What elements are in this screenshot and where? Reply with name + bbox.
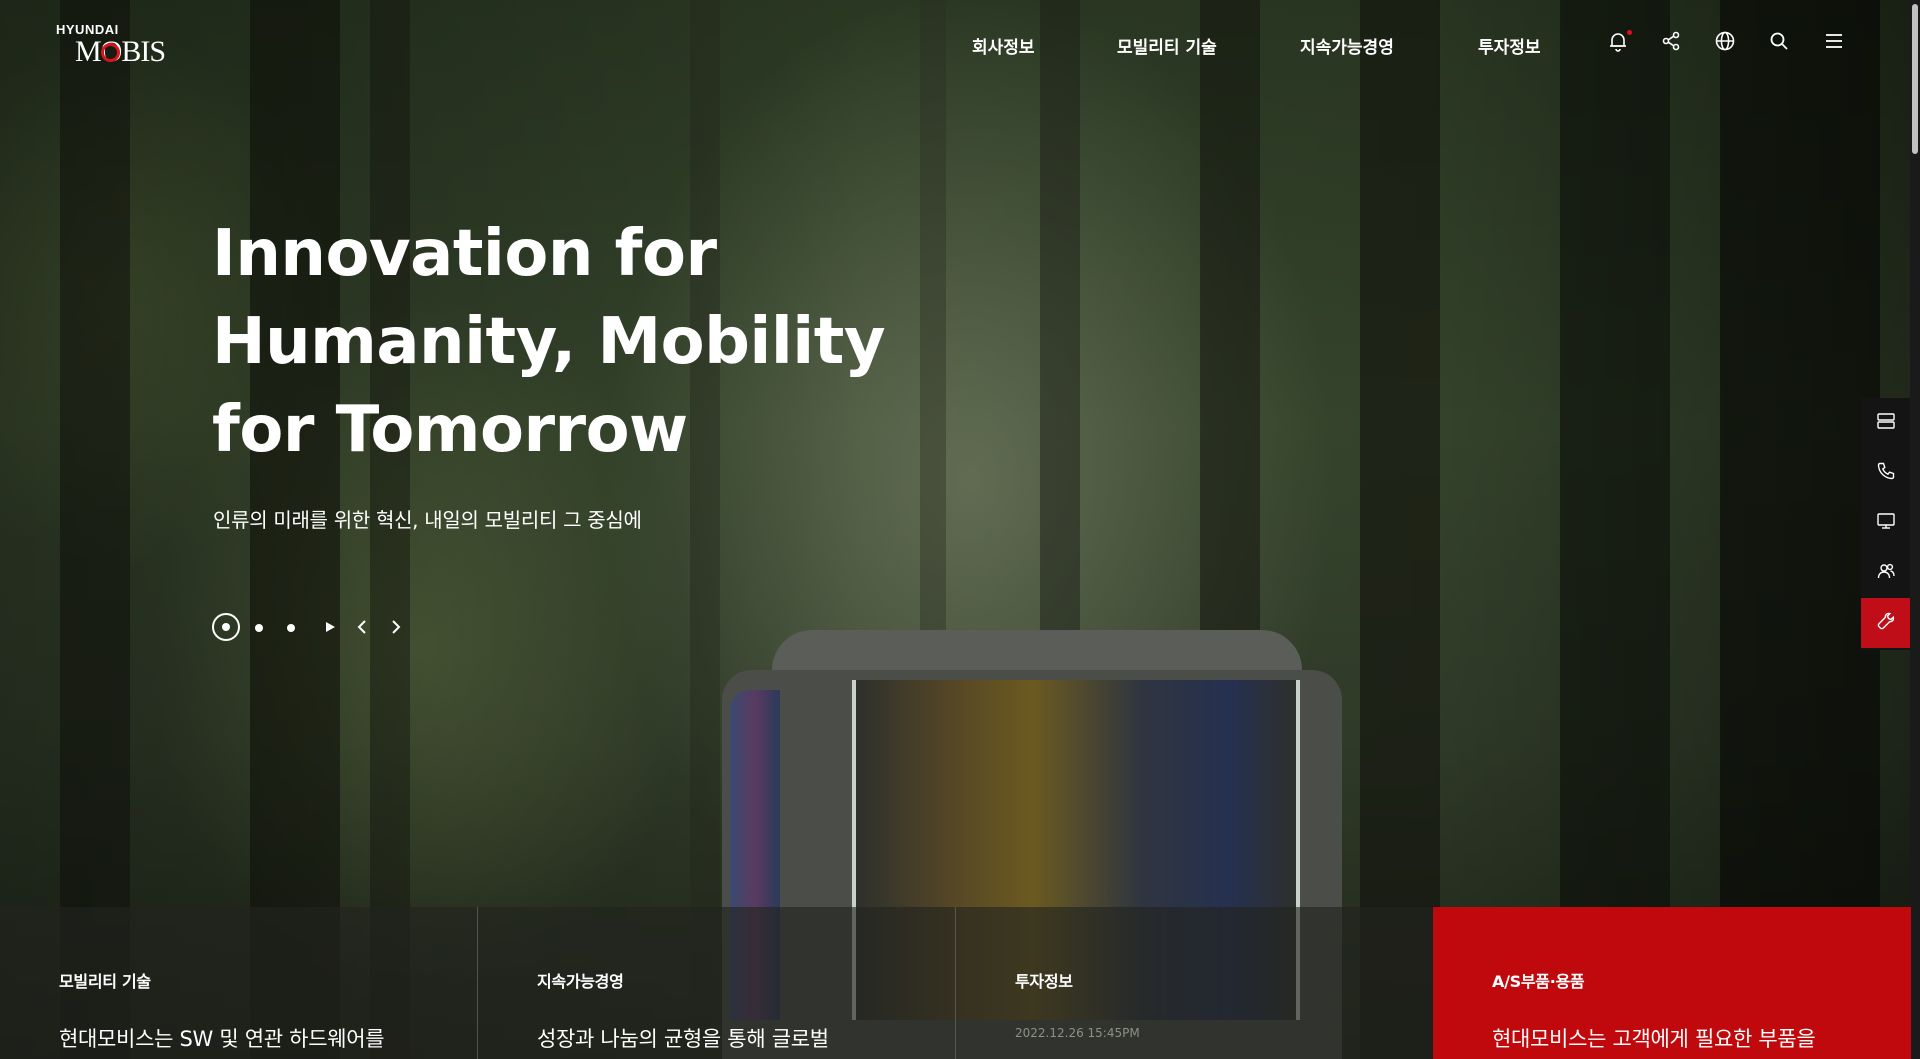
logo-ring: [101, 43, 120, 62]
card-text: 성장과 나눔의 균형을 통해 글로벌: [537, 1027, 829, 1051]
card-as-parts[interactable]: A/S부품·용품 현대모비스는 고객에게 필요한 부품을: [1433, 907, 1911, 1059]
quick-people-button[interactable]: [1861, 548, 1911, 598]
quick-phone-button[interactable]: [1861, 448, 1911, 498]
scrollbar-thumb[interactable]: [1912, 4, 1918, 154]
share-icon[interactable]: [1660, 30, 1682, 52]
quick-monitor-button[interactable]: [1861, 498, 1911, 548]
card-text: 현대모비스는 고객에게 필요한 부품을: [1492, 1027, 1816, 1051]
quick-service-button[interactable]: [1861, 598, 1911, 648]
nav-sustainability[interactable]: 지속가능경영: [1300, 33, 1394, 58]
slide-indicator-active[interactable]: [212, 613, 240, 641]
card-title: A/S부품·용품: [1492, 972, 1585, 991]
card-title: 지속가능경영: [537, 972, 624, 991]
logo-main-text: MOBIS: [75, 35, 166, 68]
search-icon[interactable]: [1768, 30, 1790, 52]
phone-icon: [1876, 461, 1896, 485]
card-investor-relations[interactable]: 투자정보 2022.12.26 15:45PM: [955, 907, 1434, 1059]
business-cards: 모빌리티 기술 현대모비스는 SW 및 연관 하드웨어를 지속가능경영 성장과 …: [0, 907, 1911, 1059]
card-date: 2022.12.26 15:45PM: [1015, 1026, 1140, 1040]
hero-subtitle: 인류의 미래를 위한 혁신, 내일의 모빌리티 그 중심에: [213, 508, 642, 532]
card-title: 투자정보: [1015, 972, 1073, 991]
hero-title-line: Innovation for: [212, 217, 717, 291]
hero-title-line: Humanity, Mobility: [212, 305, 886, 379]
wrench-icon: [1876, 611, 1896, 635]
card-text: 현대모비스는 SW 및 연관 하드웨어를: [59, 1027, 385, 1051]
hero-title: Innovation for Humanity, Mobility for To…: [212, 210, 886, 474]
quick-layout-button[interactable]: [1861, 398, 1911, 448]
page-scrollbar[interactable]: [1910, 0, 1920, 1059]
card-mobility-tech[interactable]: 모빌리티 기술 현대모비스는 SW 및 연관 하드웨어를: [0, 907, 478, 1059]
chevron-right-icon[interactable]: [385, 617, 405, 637]
nav-company-info[interactable]: 회사정보: [972, 33, 1035, 58]
notification-dot: [1627, 30, 1632, 35]
card-title: 모빌리티 기술: [59, 972, 151, 991]
bell-icon[interactable]: [1607, 30, 1629, 52]
globe-icon[interactable]: [1714, 30, 1736, 52]
slide-indicator[interactable]: [255, 624, 263, 632]
chevron-left-icon[interactable]: [353, 617, 373, 637]
site-header: HYUNDAI MOBIS 회사정보 모빌리티 기술 지속가능경영 투자정보: [0, 0, 1910, 90]
people-icon: [1876, 561, 1896, 585]
play-icon[interactable]: [320, 617, 340, 637]
menu-icon[interactable]: [1823, 30, 1845, 52]
card-sustainability[interactable]: 지속가능경영 성장과 나눔의 균형을 통해 글로벌: [477, 907, 956, 1059]
hyundai-mobis-logo[interactable]: HYUNDAI MOBIS: [56, 22, 176, 68]
hero-title-line: for Tomorrow: [212, 393, 688, 467]
layout-icon: [1876, 411, 1896, 435]
nav-mobility-tech[interactable]: 모빌리티 기술: [1117, 33, 1217, 58]
quick-menu: [1861, 398, 1911, 650]
slide-indicator[interactable]: [287, 624, 295, 632]
monitor-icon: [1876, 511, 1896, 535]
nav-investor-relations[interactable]: 투자정보: [1478, 33, 1541, 58]
